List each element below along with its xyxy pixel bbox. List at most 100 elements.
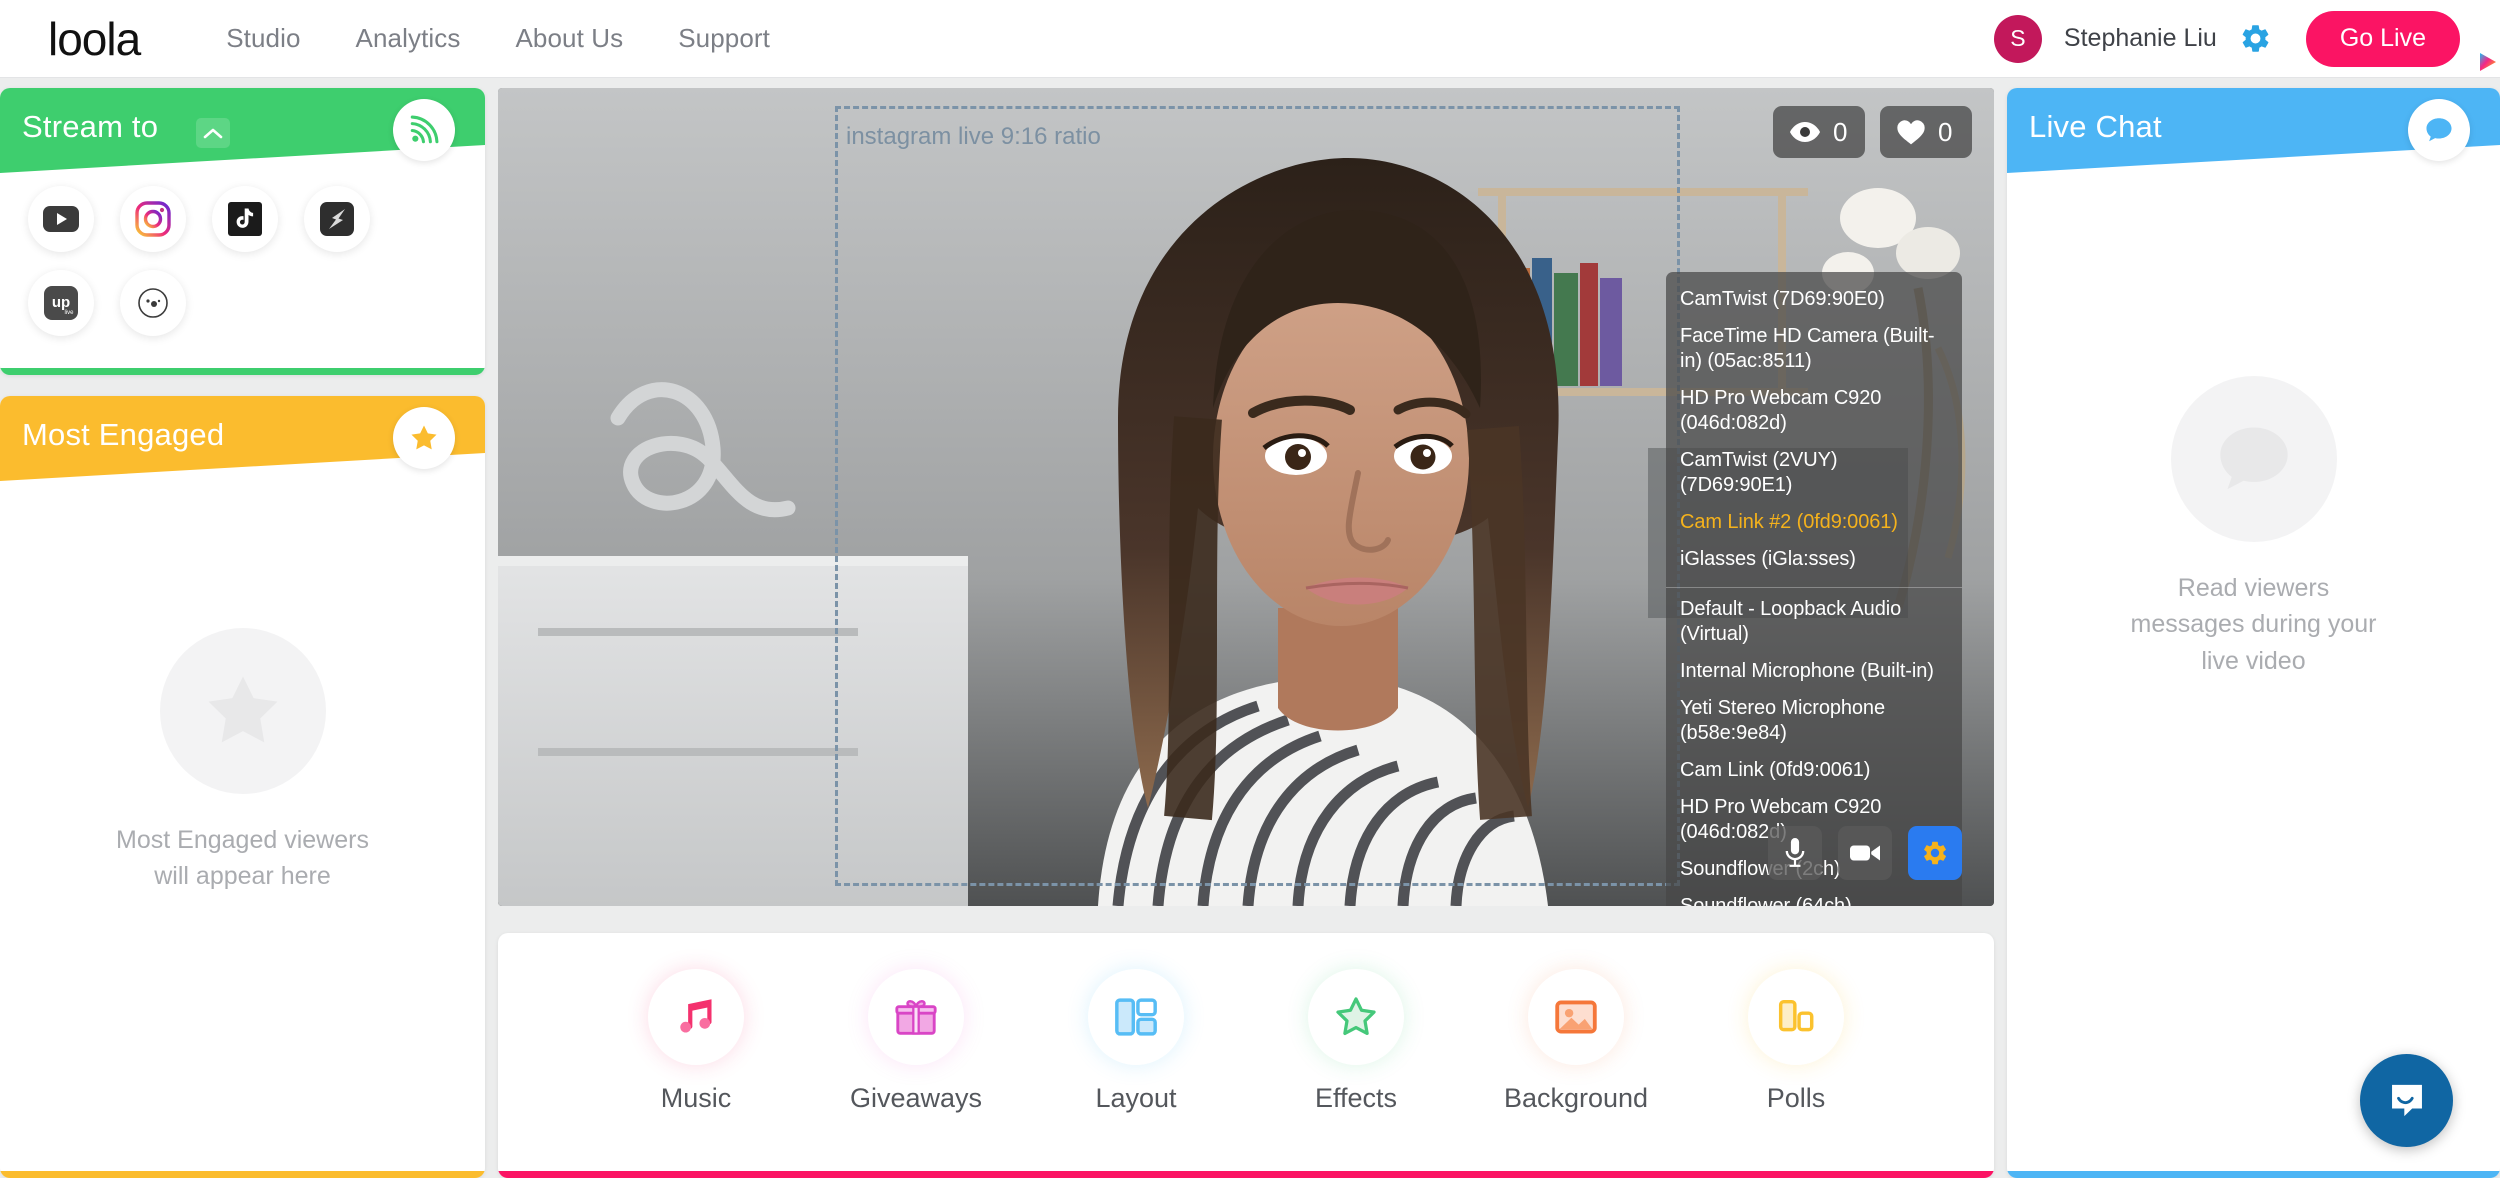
video-preview[interactable]: instagram live 9:16 ratio 0 0 CamTwist (… [498, 88, 1994, 906]
youtube-icon [43, 206, 79, 232]
nav-right-group: S Stephanie Liu Go Live [1993, 10, 2460, 67]
tool-polls-label: Polls [1766, 1083, 1826, 1113]
app-stage: Stream to up live Most Engaged Most Enga… [0, 78, 2500, 1178]
intercom-launcher[interactable] [2360, 1054, 2453, 1147]
tool-effects-label: Effects [1314, 1083, 1398, 1113]
device-option[interactable]: HD Pro Webcam C920 (046d:082d) [1666, 380, 1962, 442]
nav-link-support[interactable]: Support [678, 23, 770, 54]
tool-polls[interactable]: Polls [1721, 969, 1871, 1114]
live-chat-empty-state: Read viewers messages during your live v… [2007, 376, 2500, 679]
device-option[interactable]: CamTwist (2VUY) (7D69:90E1) [1666, 442, 1962, 504]
aspect-ratio-guide: instagram live 9:16 ratio [835, 106, 1680, 886]
platform-tiktok[interactable] [212, 186, 278, 252]
platform-custom-rtmp[interactable] [120, 270, 186, 336]
left-sidebar: Stream to up live Most Engaged Most Enga… [0, 78, 485, 1178]
aspect-ratio-label: instagram live 9:16 ratio [846, 123, 1101, 150]
platform-trovo[interactable] [304, 186, 370, 252]
device-option-selected[interactable]: Cam Link #2 (0fd9:0061) [1666, 504, 1962, 541]
like-count-pill[interactable]: 0 [1880, 106, 1972, 158]
tool-background-label: Background [1503, 1083, 1649, 1113]
viewer-count-value: 0 [1833, 116, 1848, 147]
audio-device-option[interactable]: Default - Loopback Audio (Virtual) [1666, 591, 1962, 653]
device-menu-divider [1666, 587, 1962, 588]
platform-instagram[interactable] [120, 186, 186, 252]
most-engaged-empty-state: Most Engaged viewers will appear here [0, 628, 485, 895]
username-label: Stephanie Liu [2063, 24, 2217, 52]
device-option[interactable]: iGlasses (iGla:sses) [1666, 541, 1962, 578]
microphone-toggle[interactable] [1768, 826, 1822, 880]
tool-music-circle [648, 969, 744, 1065]
logo-text: loola [48, 12, 141, 65]
nav-link-analytics[interactable]: Analytics [356, 23, 461, 54]
tool-giveaways-label: Giveaways [849, 1083, 983, 1113]
studio-tools-panel: Music Giveaways Layout Effects Backgroun… [498, 933, 1994, 1178]
device-selection-menu: CamTwist (7D69:90E0) FaceTime HD Camera … [1666, 272, 1962, 906]
audio-device-option[interactable]: Soundflower (64ch) [1666, 888, 1962, 906]
star-icon [393, 407, 455, 469]
main-nav-links: Studio Analytics About Us Support [226, 23, 770, 54]
tool-music-label: Music [660, 1083, 732, 1113]
image-icon [1555, 1000, 1597, 1034]
device-settings-button[interactable] [1908, 826, 1962, 880]
stream-to-accent-bar [0, 368, 485, 375]
camera-toggle[interactable] [1838, 826, 1892, 880]
live-chat-title: Live Chat [2029, 109, 2162, 144]
stream-to-title: Stream to [22, 109, 159, 144]
live-chat-panel: Live Chat Read viewers messages during y… [2007, 88, 2500, 1178]
nav-link-studio[interactable]: Studio [226, 23, 300, 54]
svg-text:live: live [64, 310, 74, 316]
live-chat-empty-text: Read viewers messages during your live v… [2130, 574, 2377, 675]
trovo-icon [320, 202, 354, 236]
platform-uplive[interactable]: up live [28, 270, 94, 336]
tool-effects[interactable]: Effects [1281, 969, 1431, 1114]
tool-giveaways-circle [868, 969, 964, 1065]
most-engaged-title: Most Engaged [22, 417, 225, 452]
device-option[interactable]: FaceTime HD Camera (Built-in) (05ac:8511… [1666, 318, 1962, 380]
platform-youtube[interactable] [28, 186, 94, 252]
custom-rtmp-icon [138, 288, 168, 318]
studio-tools-row: Music Giveaways Layout Effects Backgroun… [498, 969, 1994, 1114]
tool-layout[interactable]: Layout [1061, 969, 1211, 1114]
tool-polls-circle [1748, 969, 1844, 1065]
star-outline-icon [1336, 997, 1376, 1036]
most-engaged-empty-text: Most Engaged viewers will appear here [116, 826, 369, 891]
studio-tools-accent-bar [498, 1171, 1994, 1178]
audio-device-option[interactable]: Cam Link (0fd9:0061) [1666, 752, 1962, 789]
viewer-count-pill[interactable]: 0 [1773, 106, 1865, 158]
audio-device-option[interactable]: Internal Microphone (Built-in) [1666, 653, 1962, 690]
music-note-icon [680, 999, 712, 1033]
stream-stats: 0 0 [1773, 106, 1972, 158]
chevron-up-icon[interactable] [196, 118, 230, 148]
tool-giveaways[interactable]: Giveaways [841, 969, 991, 1114]
empty-chat-circle [2170, 376, 2337, 542]
svg-text:up: up [52, 294, 70, 311]
right-sidebar: Live Chat Read viewers messages during y… [2007, 78, 2500, 1178]
go-live-button[interactable]: Go Live [2305, 10, 2460, 67]
most-engaged-accent-bar [0, 1171, 485, 1178]
most-engaged-panel: Most Engaged Most Engaged viewers will a… [0, 396, 485, 1178]
audio-device-option[interactable]: Yeti Stereo Microphone (b58e:9e84) [1666, 690, 1962, 752]
tool-background-circle [1528, 969, 1624, 1065]
gift-icon [895, 1000, 937, 1035]
logo-play-triangle-icon [2480, 53, 2496, 71]
avatar[interactable]: S [1993, 14, 2042, 63]
loola-logo[interactable]: loola [48, 12, 2496, 71]
chat-smile-icon [2391, 1084, 2422, 1116]
gear-icon[interactable] [2239, 22, 2272, 55]
most-engaged-header: Most Engaged [0, 396, 485, 488]
platform-selector-grid: up live [0, 186, 485, 336]
tool-music[interactable]: Music [621, 969, 771, 1114]
like-count-value: 0 [1938, 116, 1953, 147]
heart-icon [1897, 119, 1925, 144]
nav-link-about-us[interactable]: About Us [515, 23, 623, 54]
gear-icon [1924, 841, 1946, 865]
microphone-icon [1785, 838, 1805, 867]
tool-background[interactable]: Background [1501, 969, 1651, 1114]
media-controls [1768, 826, 1962, 880]
device-option[interactable]: CamTwist (7D69:90E0) [1666, 281, 1962, 318]
video-camera-icon [1850, 845, 1880, 861]
chat-bubble-icon [2408, 99, 2470, 161]
tool-layout-label: Layout [1095, 1083, 1177, 1113]
tool-layout-circle [1088, 969, 1184, 1065]
tool-effects-circle [1308, 969, 1404, 1065]
